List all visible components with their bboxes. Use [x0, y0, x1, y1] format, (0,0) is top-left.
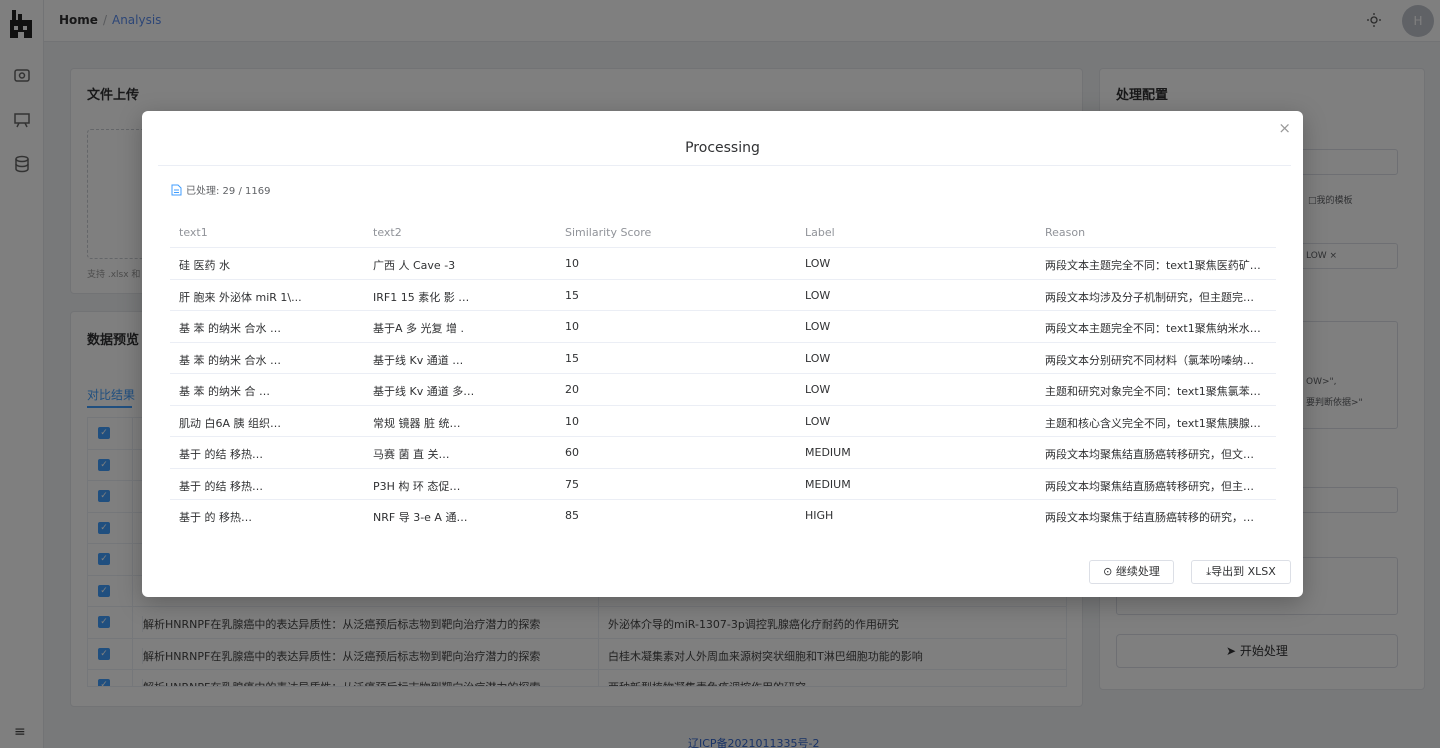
reason-cell: 两段文本均聚焦结直肠癌转移研究，但文…: [1045, 448, 1254, 461]
text1-cell: 肝 胞来 外泌体 miR 1\...: [179, 290, 302, 304]
label-cell: HIGH: [805, 509, 834, 522]
text2-cell: NRF 导 3-e A 通…: [373, 511, 468, 524]
score-cell: 15: [565, 351, 579, 365]
result-row[interactable]: 肝 胞来 外泌体 miR 1\... IRF1 15 素化 影 … 15 LOW 两段文…: [170, 278, 1276, 311]
label-cell: LOW: [805, 257, 831, 270]
text2-cell: 广西 人 Cave -3: [373, 259, 456, 272]
score-cell: 60: [565, 446, 579, 459]
text1-cell: 基于 的结 移热…: [179, 479, 263, 493]
score-cell: 75: [565, 477, 579, 491]
text2-cell: IRF1 15 素化 影 …: [373, 290, 470, 304]
table-header: text1 text2 Similarity Score Label Reaso…: [170, 215, 1276, 247]
close-icon[interactable]: ×: [1278, 119, 1291, 137]
text2-cell: 基于线 Kv 通道 多…: [373, 385, 475, 398]
reason-cell: 主题和核心含义完全不同，text1聚焦胰腺…: [1045, 416, 1261, 430]
text1-cell: 基 苯 的纳米 合水 …: [179, 353, 281, 367]
text2-cell: 基于A 多 光复 增 .: [373, 322, 465, 335]
header-label: Label: [805, 226, 835, 239]
text2-cell: 常规 镜器 脏 统…: [373, 416, 461, 430]
label-cell: LOW: [805, 320, 831, 333]
progress-text: 已处理: 29 / 1169: [171, 182, 270, 197]
reason-cell: 两段文本均聚焦于结直肠癌转移的研究，…: [1045, 511, 1254, 524]
text1-cell: 硅 医药 水: [179, 259, 230, 272]
reason-cell: 两段文本分别研究不同材料（氯苯吩嗪纳…: [1045, 353, 1254, 367]
text1-cell: 基 苯 的纳米 合水 …: [179, 322, 281, 335]
export-xlsx-button[interactable]: ⤓导出到 XLSX: [1191, 560, 1291, 584]
result-row[interactable]: 基于 的结 移热… 马赛 菌 直 关… 60 MEDIUM 两段文本均聚焦结直肠癌转移研…: [170, 436, 1276, 468]
result-row[interactable]: 硅 医药 水 广西 人 Cave -3 10 LOW 两段文本主题完全不同：text1聚…: [170, 247, 1276, 279]
header-text2: text2: [373, 226, 402, 239]
header-text1: text1: [179, 226, 208, 239]
result-row[interactable]: 基于 的 移热… NRF 导 3-e A 通… 85 HIGH 两段文本均聚焦于结直肠癌…: [170, 499, 1276, 531]
reason-cell: 两段文本均涉及分子机制研究，但主题完…: [1045, 290, 1254, 304]
header-reason: Reason: [1045, 226, 1086, 239]
result-row[interactable]: 肌动 白6A 胰 组织… 常规 镜器 脏 统… 10 LOW 主题和核心含义完全不同，t…: [170, 404, 1276, 437]
document-icon: [171, 184, 182, 196]
reason-cell: 两段文本均聚焦结直肠癌转移研究，但主…: [1045, 479, 1254, 493]
modal-divider: [158, 165, 1291, 166]
text2-cell: 基于线 Kv 通道 …: [373, 353, 464, 367]
text2-cell: 马赛 菌 直 关…: [373, 448, 450, 461]
result-row[interactable]: 基于 的结 移热… P3H 构 环 态促… 75 MEDIUM 两段文本均聚焦结直肠癌转…: [170, 467, 1276, 500]
label-cell: LOW: [805, 351, 831, 365]
label-cell: LOW: [805, 288, 831, 302]
text1-cell: 肌动 白6A 胰 组织…: [179, 416, 282, 430]
label-cell: MEDIUM: [805, 477, 851, 491]
score-cell: 10: [565, 257, 579, 270]
processing-modal: Processing × 已处理: 29 / 1169 text1 text2 …: [142, 111, 1303, 597]
reason-cell: 两段文本主题完全不同：text1聚焦医药矿…: [1045, 259, 1261, 272]
text2-cell: P3H 构 环 态促…: [373, 479, 461, 493]
score-cell: 85: [565, 509, 579, 522]
text1-cell: 基 苯 的纳米 合 …: [179, 385, 270, 398]
score-cell: 10: [565, 320, 579, 333]
reason-cell: 两段文本主题完全不同：text1聚焦纳米水…: [1045, 322, 1261, 335]
result-row[interactable]: 基 苯 的纳米 合水 … 基于线 Kv 通道 … 15 LOW 两段文本分别研究不同材料…: [170, 341, 1276, 374]
label-cell: LOW: [805, 383, 831, 396]
result-row[interactable]: 基 苯 的纳米 合 … 基于线 Kv 通道 多… 20 LOW 主题和研究对象完全不同：…: [170, 373, 1276, 405]
score-cell: 15: [565, 288, 579, 302]
text1-cell: 基于 的结 移热…: [179, 448, 263, 461]
text1-cell: 基于 的 移热…: [179, 511, 252, 524]
results-table: text1 text2 Similarity Score Label Reaso…: [170, 215, 1276, 531]
score-cell: 10: [565, 414, 579, 428]
continue-processing-button[interactable]: ⊙ 继续处理: [1089, 560, 1174, 584]
score-cell: 20: [565, 383, 579, 396]
reason-cell: 主题和研究对象完全不同：text1聚焦氯苯…: [1045, 385, 1261, 398]
play-circle-icon: ⊙: [1103, 565, 1116, 578]
result-row[interactable]: 基 苯 的纳米 合水 … 基于A 多 光复 增 . 10 LOW 两段文本主题完全不同：…: [170, 310, 1276, 342]
header-score: Similarity Score: [565, 226, 652, 239]
label-cell: MEDIUM: [805, 446, 851, 459]
label-cell: LOW: [805, 414, 831, 428]
modal-title: Processing: [685, 140, 760, 156]
